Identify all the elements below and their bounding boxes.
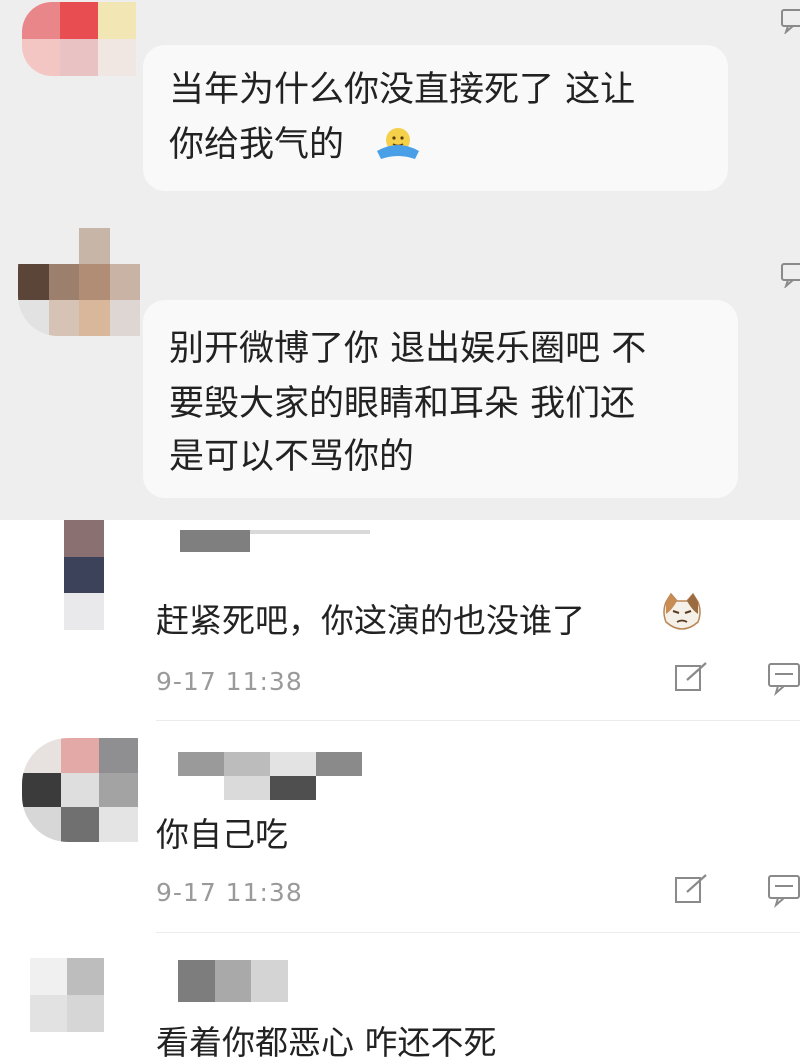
comment-timestamp: 9-17 11:38 — [156, 878, 303, 907]
avatar[interactable] — [64, 520, 104, 630]
avatar[interactable] — [22, 738, 138, 842]
edit-icon[interactable] — [673, 662, 709, 694]
edit-icon[interactable] — [673, 874, 709, 906]
username-blurred[interactable] — [178, 752, 362, 800]
comment-text: 看着你都恶心 咋还不死 — [156, 1023, 497, 1062]
comment-icon[interactable] — [766, 872, 800, 908]
divider — [156, 720, 800, 721]
facepalm-emoji-icon — [377, 128, 419, 159]
comment-text: 你自己吃 — [156, 815, 288, 854]
message-line: 是可以不骂你的 — [169, 437, 415, 477]
comment-icon[interactable] — [766, 660, 800, 696]
message-line: 当年为什么你没直接死了 这让 — [169, 70, 636, 110]
message-line: 你给我气的 — [169, 125, 345, 165]
comment-text: 赶紧死吧，你这演的也没谁了 — [156, 601, 585, 640]
message-line: 别开微博了你 退出娱乐圈吧 不 — [169, 329, 647, 369]
reply-icon[interactable] — [780, 8, 800, 34]
avatar[interactable] — [18, 228, 140, 336]
avatar[interactable] — [22, 2, 136, 76]
username-blurred[interactable] — [180, 530, 370, 552]
message-bubble: 当年为什么你没直接死了 这让 你给我气的 — [143, 45, 728, 191]
comment-timestamp: 9-17 11:38 — [156, 667, 303, 696]
divider — [156, 932, 800, 933]
message-bubble: 别开微博了你 退出娱乐圈吧 不 要毁大家的眼睛和耳朵 我们还 是可以不骂你的 — [143, 300, 738, 498]
avatar[interactable] — [30, 958, 104, 1032]
username-blurred[interactable] — [178, 960, 288, 1002]
reply-icon[interactable] — [780, 262, 800, 288]
message-line: 要毁大家的眼睛和耳朵 我们还 — [169, 384, 636, 424]
cat-face-emoji-icon — [663, 592, 701, 630]
